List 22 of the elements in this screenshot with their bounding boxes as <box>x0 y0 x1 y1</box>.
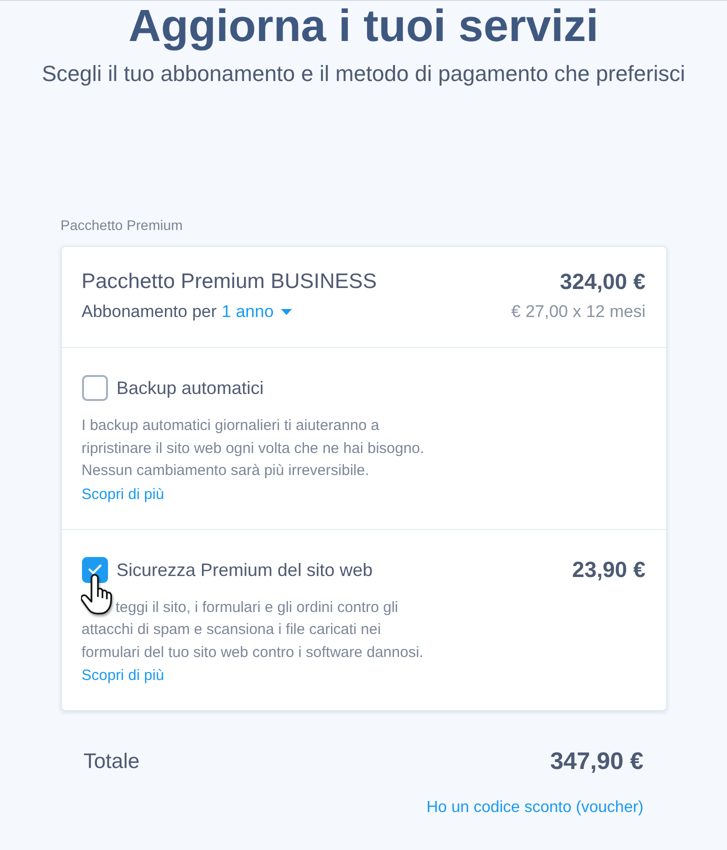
caret-down-icon <box>280 309 292 315</box>
total-label: Totale <box>84 749 140 775</box>
check-icon <box>88 564 102 575</box>
term-dropdown[interactable]: 1 anno <box>222 301 292 323</box>
monthly-price: € 27,00 x 12 mesi <box>511 301 646 323</box>
package-price: 324,00 € <box>560 269 646 295</box>
section-label: Pacchetto Premium <box>60 216 184 234</box>
learn-more-link[interactable]: Scopri di più <box>82 665 164 688</box>
total-price: 347,90 € <box>550 748 644 776</box>
voucher-link[interactable]: Ho un codice sconto (voucher) <box>426 798 644 818</box>
page-subtitle: Scegli il tuo abbonamento e il metodo di pagamento che preferisci <box>42 61 686 87</box>
option-price: 23,90 € <box>572 556 646 582</box>
page-title: Aggiorna i tuoi servizi <box>128 1 599 51</box>
option-title: Backup automatici <box>116 377 264 400</box>
package-name: Pacchetto Premium BUSINESS <box>82 269 377 295</box>
option-description: I backup automatici giornalieri ti aiuteranno a ripristinare il sito web ogni volta che ne hai bisogno. Nessun cambiamento sarà più irreversibile. <box>82 416 426 481</box>
option-description: teggi il sito, i formulari e gli ordini contro gli attacchi di spam e scansiona i file caricati nei formulari del tuo sito web contro i software dannosi. <box>82 598 424 662</box>
checkbox[interactable] <box>82 556 108 582</box>
term-label: Abbonamento per <box>82 301 217 323</box>
checkbox[interactable] <box>82 375 108 401</box>
learn-more-link[interactable]: Scopri di più <box>82 484 164 506</box>
option-title: Sicurezza Premium del sito web <box>116 558 373 582</box>
